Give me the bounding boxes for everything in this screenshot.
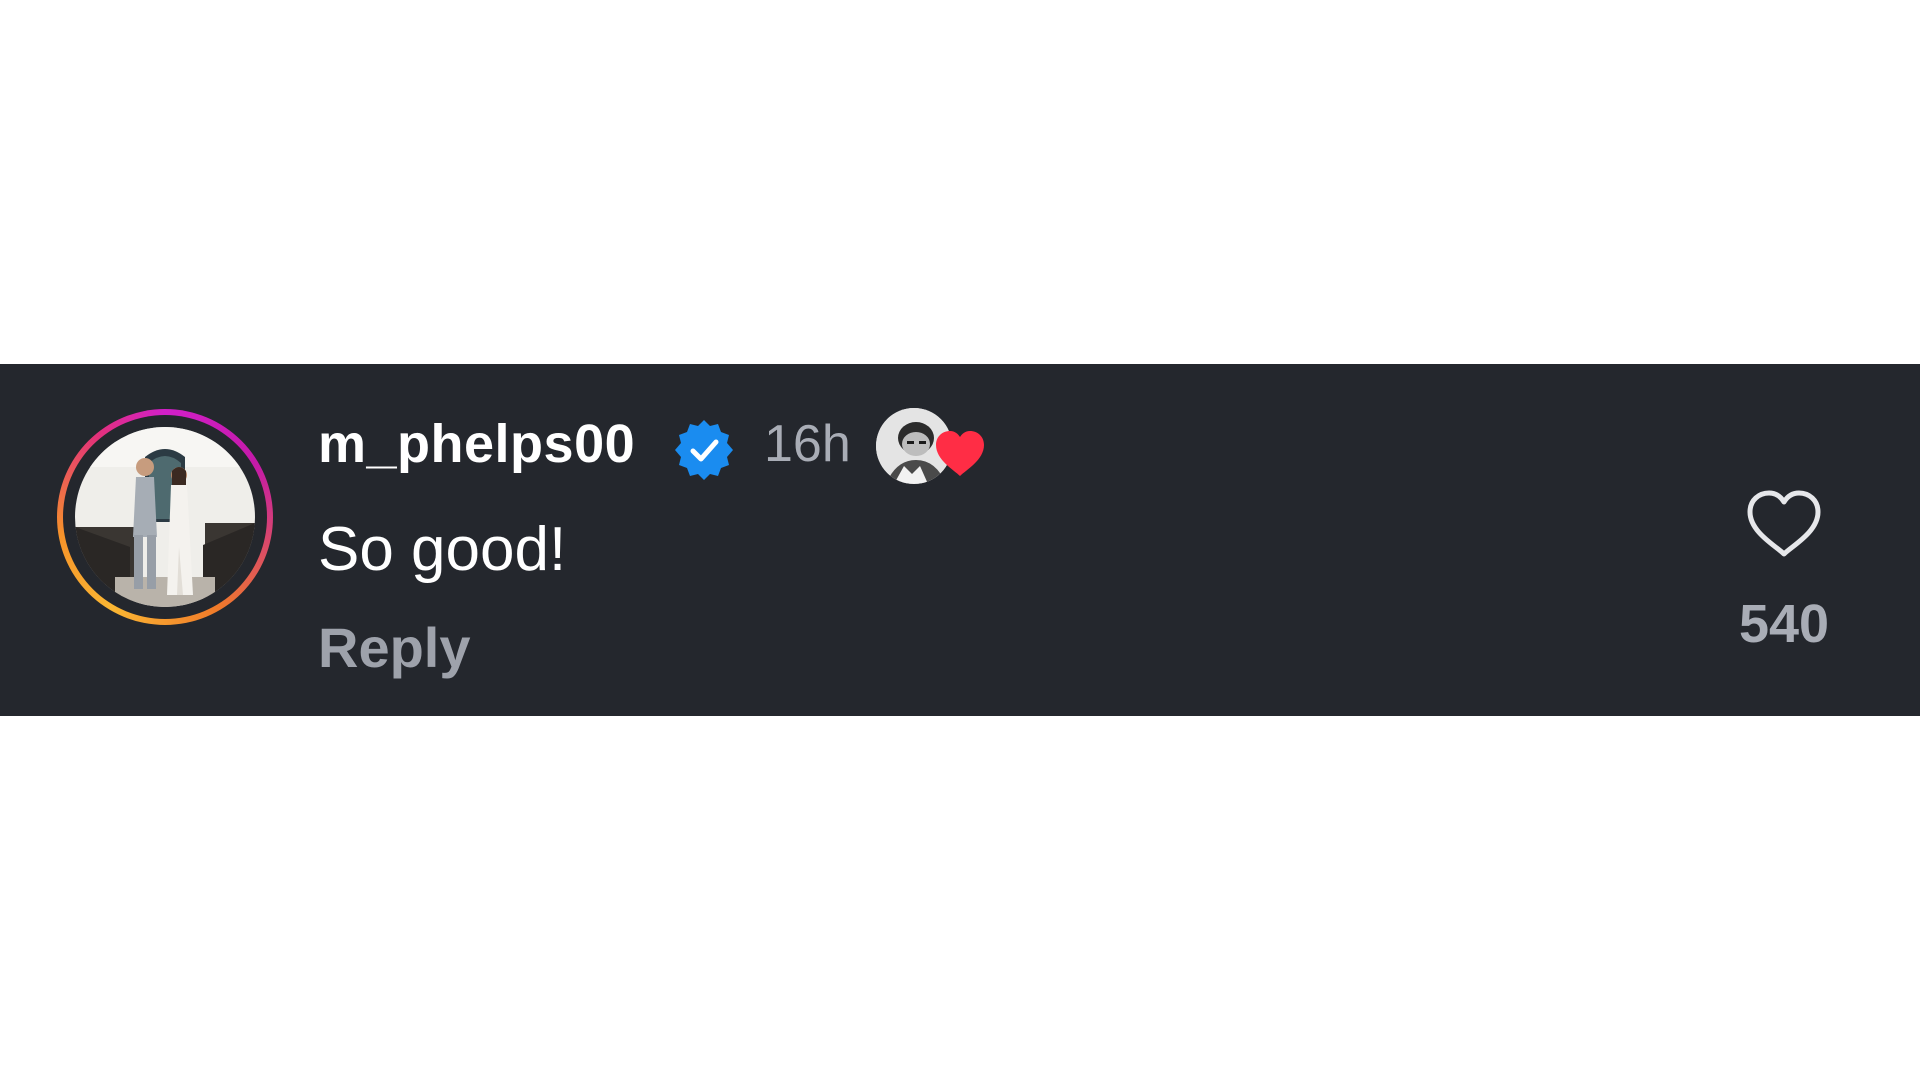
heart-outline-icon[interactable]: [1744, 488, 1824, 560]
heart-icon: [932, 428, 988, 480]
username[interactable]: m_phelps00: [318, 408, 635, 480]
like-count: 540: [1738, 594, 1830, 654]
avatar-story-ring[interactable]: [57, 409, 273, 625]
verified-badge-icon: [672, 418, 736, 482]
comment-text: So good!: [318, 515, 567, 584]
comment-row: m_phelps00 16h So good! Reply 540: [0, 364, 1920, 716]
timestamp: 16h: [764, 415, 851, 473]
avatar[interactable]: [75, 427, 255, 607]
like-area: 540: [1722, 488, 1842, 668]
reply-button[interactable]: Reply: [318, 612, 471, 684]
